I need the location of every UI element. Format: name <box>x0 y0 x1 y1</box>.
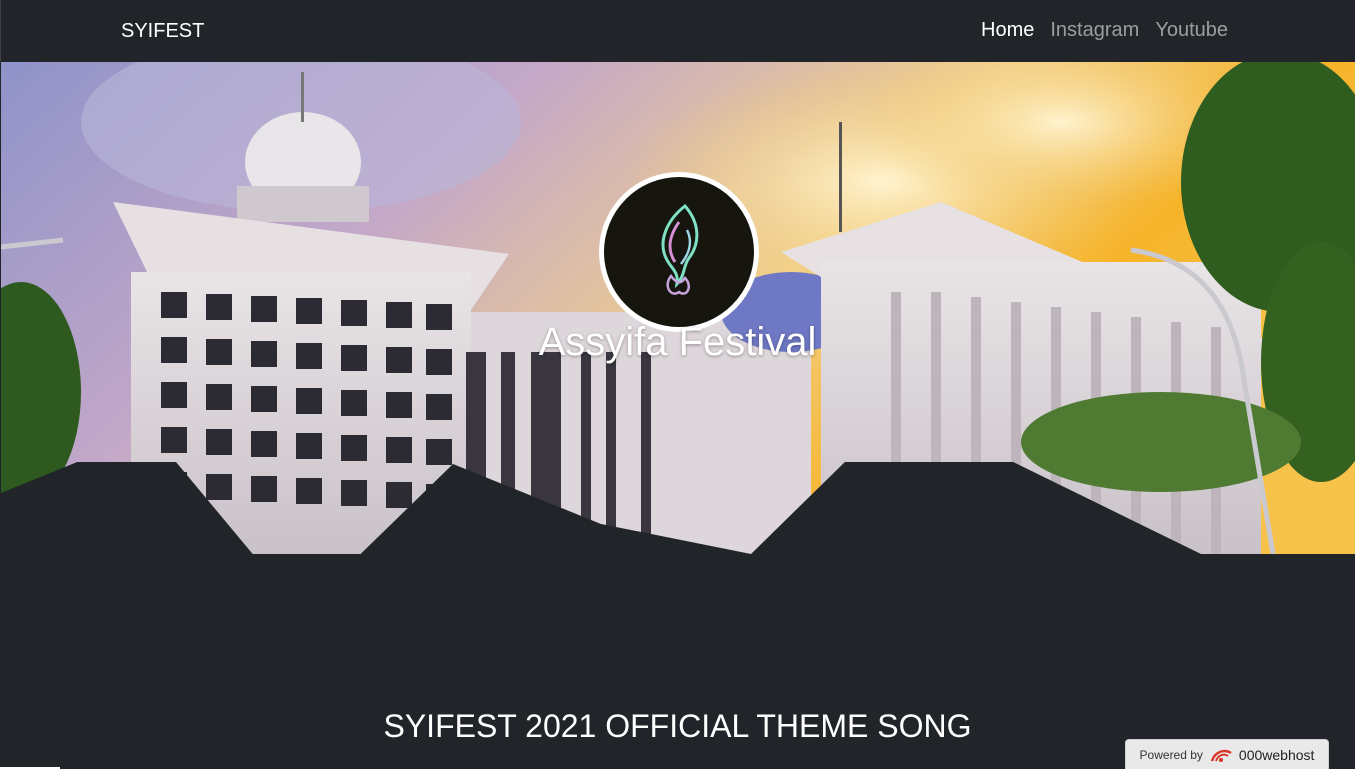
mountain-divider <box>1 462 1355 554</box>
nav-links: Home Instagram Youtube <box>981 19 1228 42</box>
nav-link-instagram[interactable]: Instagram <box>1050 19 1139 42</box>
powered-by-badge[interactable]: Powered by 000webhost <box>1125 739 1329 769</box>
powered-by-label: Powered by <box>1139 747 1203 762</box>
festival-logo <box>599 172 759 332</box>
brand-link[interactable]: SYIFEST <box>121 20 204 43</box>
flame-logo-icon <box>661 203 699 295</box>
nav-link-home[interactable]: Home <box>981 19 1034 42</box>
webhost-logo-icon <box>1210 749 1232 762</box>
hero-banner <box>1 62 1355 554</box>
nav-link-youtube[interactable]: Youtube <box>1155 19 1228 42</box>
hero-title: Assyifa Festival <box>538 320 817 364</box>
top-navbar: SYIFEST Home Instagram Youtube <box>0 0 1355 62</box>
host-name: 000webhost <box>1238 746 1315 763</box>
